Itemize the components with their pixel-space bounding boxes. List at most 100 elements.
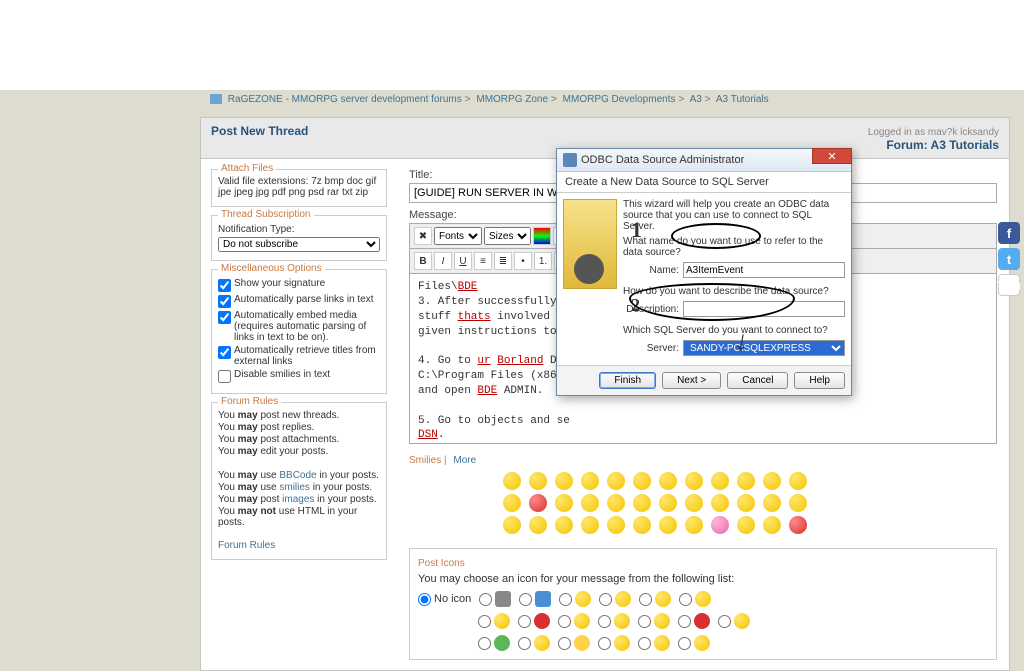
icon-radio[interactable] bbox=[479, 593, 492, 606]
smiley-icon[interactable] bbox=[659, 472, 677, 490]
icon-radio[interactable] bbox=[638, 637, 651, 650]
next-button[interactable]: Next > bbox=[662, 372, 721, 389]
help-button[interactable]: Help bbox=[794, 372, 845, 389]
icon-radio[interactable] bbox=[558, 615, 571, 628]
icon-radio[interactable] bbox=[558, 637, 571, 650]
smiley-icon[interactable] bbox=[737, 516, 755, 534]
face-icon bbox=[614, 613, 630, 629]
smiley-icon[interactable] bbox=[659, 494, 677, 512]
bold-icon[interactable]: B bbox=[414, 252, 432, 270]
rule2-3: You may not use HTML in your posts. bbox=[218, 506, 380, 528]
smiley-icon[interactable] bbox=[737, 494, 755, 512]
opt-4: Disable smilies in text bbox=[234, 369, 330, 380]
youtube-icon[interactable]: You bbox=[998, 274, 1020, 296]
smiley-icon[interactable] bbox=[789, 516, 807, 534]
forum-rules-link[interactable]: Forum Rules bbox=[218, 540, 275, 551]
smiley-icon[interactable] bbox=[503, 472, 521, 490]
icon-radio[interactable] bbox=[718, 615, 731, 628]
crumb-0[interactable]: RaGEZONE - MMORPG server development for… bbox=[228, 94, 462, 105]
smiley-icon[interactable] bbox=[607, 494, 625, 512]
images-link[interactable]: images bbox=[282, 494, 314, 505]
chk-titles[interactable] bbox=[218, 346, 231, 359]
list-ol-icon[interactable]: 1. bbox=[534, 252, 552, 270]
smiley-icon[interactable] bbox=[633, 516, 651, 534]
smilies-link[interactable]: smilies bbox=[279, 482, 310, 493]
twitter-icon[interactable]: t bbox=[998, 248, 1020, 270]
smiley-icon[interactable] bbox=[685, 472, 703, 490]
smiley-icon[interactable] bbox=[789, 472, 807, 490]
icon-radio[interactable] bbox=[679, 593, 692, 606]
server-select[interactable]: SANDY-PC\SQLEXPRESS bbox=[683, 340, 845, 356]
facebook-icon[interactable]: f bbox=[998, 222, 1020, 244]
smiley-icon[interactable] bbox=[581, 472, 599, 490]
smiley-icon[interactable] bbox=[737, 472, 755, 490]
crumb-3[interactable]: A3 bbox=[690, 94, 702, 105]
crumb-1[interactable]: MMORPG Zone bbox=[476, 94, 548, 105]
name-input[interactable] bbox=[683, 262, 845, 278]
icon-radio[interactable] bbox=[598, 615, 611, 628]
color-icon[interactable] bbox=[533, 227, 551, 245]
smiley-icon[interactable] bbox=[529, 516, 547, 534]
icon-radio[interactable] bbox=[478, 615, 491, 628]
font-select[interactable]: Fonts bbox=[434, 227, 482, 245]
icon-radio[interactable] bbox=[559, 593, 572, 606]
chk-smilies[interactable] bbox=[218, 370, 231, 383]
more-smilies-link[interactable]: More bbox=[453, 455, 476, 466]
smiley-icon[interactable] bbox=[685, 516, 703, 534]
smiley-icon[interactable] bbox=[763, 472, 781, 490]
icon-radio[interactable] bbox=[598, 637, 611, 650]
smiley-icon[interactable] bbox=[555, 472, 573, 490]
list-ul-icon[interactable]: • bbox=[514, 252, 532, 270]
sub-select[interactable]: Do not subscribe bbox=[218, 237, 380, 252]
icon-radio[interactable] bbox=[518, 615, 531, 628]
rule-3: You may edit your posts. bbox=[218, 446, 380, 457]
desc-input[interactable] bbox=[683, 301, 845, 317]
size-select[interactable]: Sizes bbox=[484, 227, 531, 245]
smiley-icon[interactable] bbox=[607, 516, 625, 534]
icon-radio[interactable] bbox=[478, 637, 491, 650]
finish-button[interactable]: Finish bbox=[599, 372, 656, 389]
smiley-icon[interactable] bbox=[555, 516, 573, 534]
question-icon bbox=[694, 635, 710, 651]
underline-icon[interactable]: U bbox=[454, 252, 472, 270]
smiley-icon[interactable] bbox=[503, 516, 521, 534]
icon-radio[interactable] bbox=[638, 615, 651, 628]
smiley-icon[interactable] bbox=[789, 494, 807, 512]
attach-text: Valid file extensions: 7z bmp doc gif jp… bbox=[218, 176, 376, 198]
chk-embed[interactable] bbox=[218, 311, 231, 324]
smiley-icon[interactable] bbox=[685, 494, 703, 512]
smiley-icon[interactable] bbox=[633, 472, 651, 490]
icon-radio[interactable] bbox=[519, 593, 532, 606]
smiley-icon[interactable] bbox=[763, 494, 781, 512]
smiley-icon[interactable] bbox=[711, 494, 729, 512]
smiley-icon[interactable] bbox=[503, 494, 521, 512]
noicon-radio[interactable] bbox=[418, 593, 431, 606]
bbcode-link[interactable]: BBCode bbox=[279, 470, 316, 481]
crumb-2[interactable]: MMORPG Developments bbox=[563, 94, 676, 105]
smiley-icon[interactable] bbox=[659, 516, 677, 534]
align-center-icon[interactable]: ≣ bbox=[494, 252, 512, 270]
smiley-icon[interactable] bbox=[581, 516, 599, 534]
smiley-icon[interactable] bbox=[581, 494, 599, 512]
crumb-4[interactable]: A3 Tutorials bbox=[716, 94, 769, 105]
cancel-button[interactable]: Cancel bbox=[727, 372, 788, 389]
icon-radio[interactable] bbox=[678, 615, 691, 628]
icon-radio[interactable] bbox=[639, 593, 652, 606]
switch-editor-icon[interactable]: ✖ bbox=[414, 227, 432, 245]
chk-parse[interactable] bbox=[218, 295, 231, 308]
smiley-icon[interactable] bbox=[607, 472, 625, 490]
smiley-icon[interactable] bbox=[529, 494, 547, 512]
icon-radio[interactable] bbox=[518, 637, 531, 650]
smiley-icon[interactable] bbox=[633, 494, 651, 512]
smiley-icon[interactable] bbox=[529, 472, 547, 490]
smiley-icon[interactable] bbox=[763, 516, 781, 534]
smiley-icon[interactable] bbox=[711, 516, 729, 534]
smiley-icon[interactable] bbox=[711, 472, 729, 490]
icon-radio[interactable] bbox=[599, 593, 612, 606]
align-left-icon[interactable]: ≡ bbox=[474, 252, 492, 270]
italic-icon[interactable]: I bbox=[434, 252, 452, 270]
smiley-icon[interactable] bbox=[555, 494, 573, 512]
icon-radio[interactable] bbox=[678, 637, 691, 650]
close-button[interactable]: ✕ bbox=[812, 148, 852, 164]
chk-signature[interactable] bbox=[218, 279, 231, 292]
